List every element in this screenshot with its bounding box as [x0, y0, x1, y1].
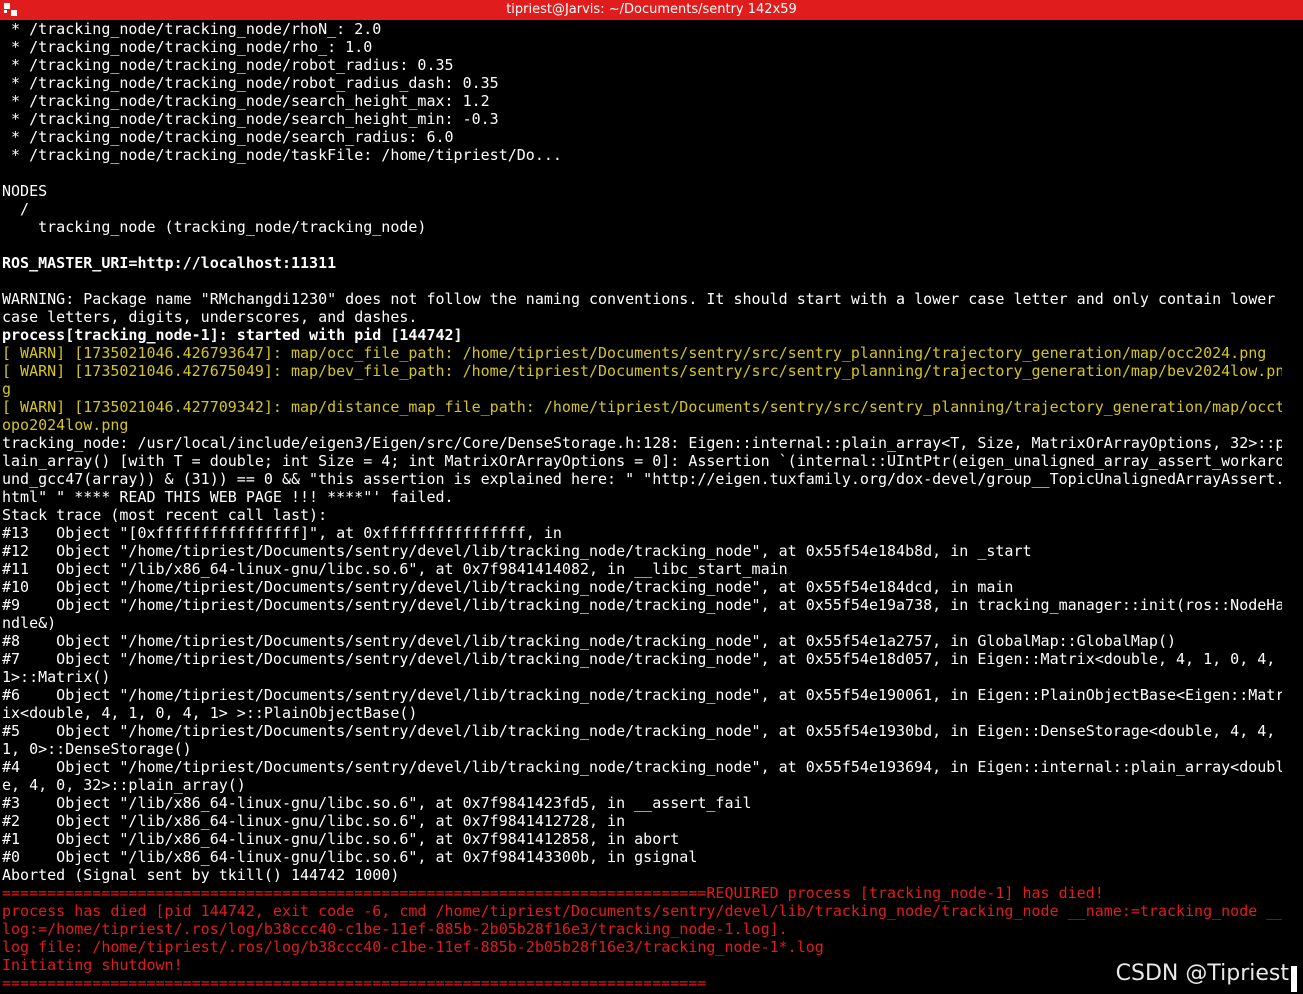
terminal-line: #4 Object "/home/tipriest/Documents/sent…: [2, 758, 1282, 776]
terminal-window: tipriest@Jarvis: ~/Documents/sentry 142x…: [0, 0, 1303, 994]
terminal-line: * /tracking_node/tracking_node/robot_rad…: [2, 56, 454, 74]
terminal-line: /: [2, 200, 30, 218]
window-title: tipriest@Jarvis: ~/Documents/sentry 142x…: [506, 2, 797, 17]
terminal-line: #13 Object "[0xffffffffffffffff]", at 0x…: [2, 524, 562, 542]
terminal-line: WARNING: Package name "RMchangdi1230" do…: [2, 290, 1276, 308]
terminal-app-icon[interactable]: [4, 3, 17, 16]
terminal-line: 1, 0>::DenseStorage(): [2, 740, 192, 758]
terminal-line: und_gcc47(array)) & (31)) == 0 && "this …: [2, 470, 1282, 488]
terminal-line: #2 Object "/lib/x86_64-linux-gnu/libc.so…: [2, 812, 626, 830]
terminal-line: Initiating shutdown!: [2, 956, 183, 974]
terminal-line: #11 Object "/lib/x86_64-linux-gnu/libc.s…: [2, 560, 788, 578]
terminal-line: #12 Object "/home/tipriest/Documents/sen…: [2, 542, 1032, 560]
terminal-line: #1 Object "/lib/x86_64-linux-gnu/libc.so…: [2, 830, 680, 848]
terminal-line: #9 Object "/home/tipriest/Documents/sent…: [2, 596, 1282, 614]
terminal-line: process has died [pid 144742, exit code …: [2, 902, 1282, 920]
terminal-line: ROS_MASTER_URI=http://localhost:11311: [2, 254, 337, 272]
terminal-line: [ WARN] [1735021046.427709342]: map/dist…: [2, 398, 1282, 416]
terminal-line: ix<double, 4, 1, 0, 4, 1> >::PlainObject…: [2, 704, 418, 722]
terminal-line: process[tracking_node-1]: started with p…: [2, 326, 463, 344]
terminal-line: case letters, digits, underscores, and d…: [2, 308, 418, 326]
terminal-line: Stack trace (most recent call last):: [2, 506, 328, 524]
terminal-line: tracking_node: /usr/local/include/eigen3…: [2, 434, 1282, 452]
terminal-line: #8 Object "/home/tipriest/Documents/sent…: [2, 632, 1176, 650]
terminal-line: #6 Object "/home/tipriest/Documents/sent…: [2, 686, 1282, 704]
terminal-line: html" " **** READ THIS WEB PAGE !!! ****…: [2, 488, 454, 506]
terminal-line: lain_array() [with T = double; int Size …: [2, 452, 1282, 470]
terminal-line: Aborted (Signal sent by tkill() 144742 1…: [2, 866, 400, 884]
terminal-output[interactable]: * /tracking_node/tracking_node/rhoN_: 2.…: [2, 20, 1282, 992]
terminal-line: * /tracking_node/tracking_node/taskFile:…: [2, 146, 562, 164]
terminal-line: * /tracking_node/tracking_node/search_he…: [2, 92, 490, 110]
terminal-line: [ WARN] [1735021046.426793647]: map/occ_…: [2, 344, 1267, 362]
terminal-line: NODES: [2, 182, 48, 200]
terminal-line: * /tracking_node/tracking_node/search_ra…: [2, 128, 454, 146]
terminal-line: #10 Object "/home/tipriest/Documents/sen…: [2, 578, 1014, 596]
terminal-line: * /tracking_node/tracking_node/rhoN_: 2.…: [2, 20, 382, 38]
terminal-line: ndle&): [2, 614, 57, 632]
terminal-line: log file: /home/tipriest/.ros/log/b38ccc…: [2, 938, 824, 956]
csdn-watermark: CSDN @Tipriest: [1115, 961, 1289, 986]
terminal-line: 1>::Matrix(): [2, 668, 111, 686]
terminal-line: [ WARN] [1735021046.427675049]: map/bev_…: [2, 362, 1282, 380]
title-bar[interactable]: tipriest@Jarvis: ~/Documents/sentry 142x…: [0, 0, 1303, 20]
terminal-line: * /tracking_node/tracking_node/search_he…: [2, 110, 499, 128]
terminal-line: #5 Object "/home/tipriest/Documents/sent…: [2, 722, 1276, 740]
terminal-line: ========================================…: [2, 974, 707, 992]
terminal-line: opo2024low.png: [2, 416, 129, 434]
terminal-line: #7 Object "/home/tipriest/Documents/sent…: [2, 650, 1276, 668]
terminal-line: #3 Object "/lib/x86_64-linux-gnu/libc.so…: [2, 794, 752, 812]
terminal-line: g: [2, 380, 12, 398]
terminal-line: e, 4, 0, 32>::plain_array(): [2, 776, 246, 794]
terminal-line: * /tracking_node/tracking_node/robot_rad…: [2, 74, 499, 92]
terminal-line: * /tracking_node/tracking_node/rho_: 1.0: [2, 38, 373, 56]
terminal-line: ========================================…: [2, 884, 1104, 902]
terminal-line: tracking_node (tracking_node/tracking_no…: [2, 218, 427, 236]
terminal-line: #0 Object "/lib/x86_64-linux-gnu/libc.so…: [2, 848, 698, 866]
text-cursor: [1291, 966, 1297, 992]
terminal-line: log:=/home/tipriest/.ros/log/b38ccc40-c1…: [2, 920, 788, 938]
